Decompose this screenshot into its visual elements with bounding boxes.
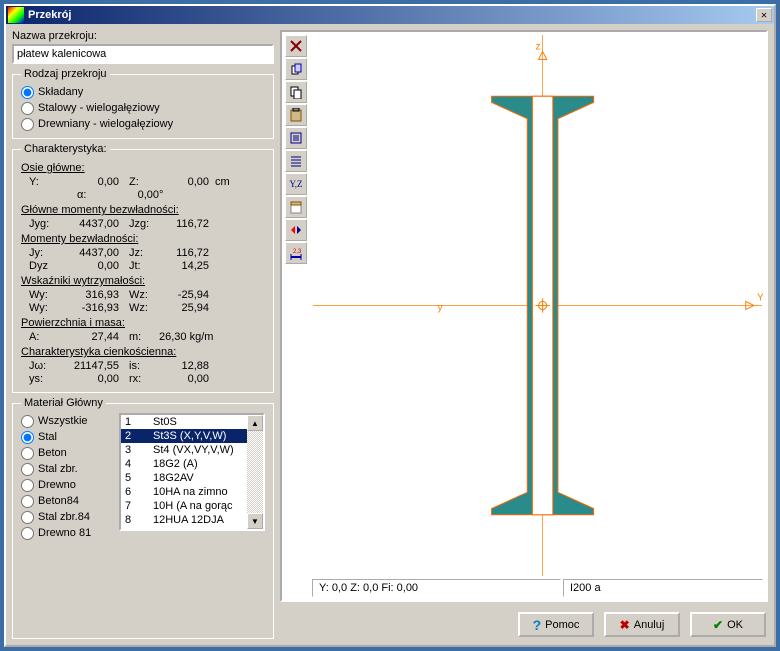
mat-radio-2[interactable] bbox=[21, 447, 34, 460]
type-radio-1[interactable] bbox=[21, 102, 34, 115]
listbox-scrollbar[interactable]: ▲ ▼ bbox=[247, 415, 263, 529]
type-group: Rodzaj przekroju Składany Stalowy - wiel… bbox=[12, 68, 274, 139]
window-title: Przekrój bbox=[28, 9, 756, 21]
material-group: Materiał Główny Wszystkie Stal Beton Sta… bbox=[12, 397, 274, 639]
tool-copy-icon[interactable] bbox=[285, 81, 307, 103]
moments-row-2: Dyz0,00 Jt:14,25 bbox=[21, 260, 265, 272]
axes-heading: Osie główne: bbox=[21, 162, 265, 174]
moments-row-1: Jy:4437,00 Jz:116,72 bbox=[21, 247, 265, 259]
tool-dims-icon[interactable]: 2,3 bbox=[285, 242, 307, 264]
list-item[interactable]: 710H (A na gorąc bbox=[121, 499, 247, 513]
svg-text:Y: Y bbox=[757, 292, 763, 303]
section-svg: Y y z bbox=[312, 35, 763, 576]
tool-sheet-icon[interactable] bbox=[285, 196, 307, 218]
help-button[interactable]: ?Pomoc bbox=[518, 612, 594, 637]
thin-row-2: ys:0,00 rx:0,00 bbox=[21, 373, 265, 385]
scroll-up-button[interactable]: ▲ bbox=[247, 415, 263, 431]
help-icon: ? bbox=[533, 617, 542, 633]
section-drawing[interactable]: Y y z bbox=[312, 35, 763, 576]
material-listbox[interactable]: 1St0S2St3S (X,Y,V,W)3St4 (VX,VY,V,W)418G… bbox=[119, 413, 265, 531]
type-label-2: Drewniany - wielogałęziowy bbox=[38, 118, 173, 130]
type-radio-2[interactable] bbox=[21, 118, 34, 131]
cancel-label: Anuluj bbox=[634, 619, 665, 631]
material-legend: Materiał Główny bbox=[21, 397, 106, 409]
type-label-0: Składany bbox=[38, 86, 83, 98]
side-toolbar: Y,Z 2,3 bbox=[285, 35, 309, 264]
mat-radio-0[interactable] bbox=[21, 415, 34, 428]
tool-paste-icon[interactable] bbox=[285, 104, 307, 126]
mat-label-4: Drewno bbox=[38, 479, 76, 491]
char-legend: Charakterystyka: bbox=[21, 143, 110, 155]
dialog-window: Przekrój ✕ Nazwa przekroju: Rodzaj przek… bbox=[4, 4, 776, 647]
moments-heading: Momenty bezwładności: bbox=[21, 233, 265, 245]
mat-label-0: Wszystkie bbox=[38, 415, 88, 427]
thin-heading: Charakterystyka cienkościenna: bbox=[21, 346, 265, 358]
mat-radio-6[interactable] bbox=[21, 511, 34, 524]
left-column: Nazwa przekroju: Rodzaj przekroju Składa… bbox=[12, 30, 274, 639]
scroll-track[interactable] bbox=[247, 431, 263, 513]
moments-main-row: Jyg:4437,00 Jzg:116,72 bbox=[21, 218, 265, 230]
tool-deselect-icon[interactable] bbox=[285, 35, 307, 57]
status-row: Y: 0,0 Z: 0,0 Fi: 0,00 I200 a bbox=[312, 579, 763, 597]
moments-main-heading: Główne momenty bezwładności: bbox=[21, 204, 265, 216]
canvas-panel: Y,Z 2,3 Y y z bbox=[280, 30, 768, 602]
tool-insert-icon[interactable] bbox=[285, 58, 307, 80]
help-label: Pomoc bbox=[545, 619, 579, 631]
axes-row-1: Y:0,00 Z:0,00 cm bbox=[21, 176, 265, 188]
mat-radio-4[interactable] bbox=[21, 479, 34, 492]
area-row: A:27,44 m:26,30 kg/m bbox=[21, 331, 265, 343]
mat-label-2: Beton bbox=[38, 447, 67, 459]
axes-row-2: α: 0,00 ° bbox=[21, 189, 265, 201]
tool-mirror-icon[interactable] bbox=[285, 219, 307, 241]
mat-radio-7[interactable] bbox=[21, 527, 34, 540]
mat-label-3: Stal zbr. bbox=[38, 463, 78, 475]
right-column: Y,Z 2,3 Y y z bbox=[280, 30, 768, 639]
mat-radio-3[interactable] bbox=[21, 463, 34, 476]
mat-radio-1[interactable] bbox=[21, 431, 34, 444]
tool-list-icon[interactable] bbox=[285, 150, 307, 172]
list-item[interactable]: 1St0S bbox=[121, 415, 247, 429]
ok-label: OK bbox=[727, 619, 743, 631]
area-heading: Powierzchnia i masa: bbox=[21, 317, 265, 329]
strength-row-1: Wy:316,93 Wz:-25,94 bbox=[21, 289, 265, 301]
thin-row-1: Jω:21147,55 is:12,88 bbox=[21, 360, 265, 372]
mat-radio-5[interactable] bbox=[21, 495, 34, 508]
status-coords: Y: 0,0 Z: 0,0 Fi: 0,00 bbox=[312, 579, 561, 597]
cancel-button[interactable]: ✖ Anuluj bbox=[604, 612, 680, 637]
strength-row-2: Wy:-316,93 Wz:25,94 bbox=[21, 302, 265, 314]
type-label-1: Stalowy - wielogałęziowy bbox=[38, 102, 160, 114]
svg-text:2,3: 2,3 bbox=[293, 249, 302, 255]
app-icon bbox=[8, 7, 24, 23]
material-radios: Wszystkie Stal Beton Stal zbr. Drewno Be… bbox=[21, 413, 115, 541]
tool-yz-icon[interactable]: Y,Z bbox=[285, 173, 307, 195]
strength-heading: Wskaźniki wytrzymałości: bbox=[21, 275, 265, 287]
list-item[interactable]: 518G2AV bbox=[121, 471, 247, 485]
name-input[interactable] bbox=[12, 44, 274, 64]
svg-text:z: z bbox=[535, 41, 540, 52]
list-item[interactable]: 418G2 (A) bbox=[121, 457, 247, 471]
list-item[interactable]: 812HUA 12DJA bbox=[121, 513, 247, 527]
status-profile: I200 a bbox=[563, 579, 763, 597]
content: Nazwa przekroju: Rodzaj przekroju Składa… bbox=[6, 24, 774, 645]
mat-label-1: Stal bbox=[38, 431, 57, 443]
cancel-icon: ✖ bbox=[620, 618, 630, 632]
mat-label-5: Beton84 bbox=[38, 495, 79, 507]
ok-button[interactable]: ✔ OK bbox=[690, 612, 766, 637]
button-row: ?Pomoc ✖ Anuluj ✔ OK bbox=[280, 606, 768, 639]
type-legend: Rodzaj przekroju bbox=[21, 68, 110, 80]
scroll-down-button[interactable]: ▼ bbox=[247, 513, 263, 529]
ok-icon: ✔ bbox=[713, 618, 723, 632]
close-button[interactable]: ✕ bbox=[756, 8, 772, 22]
list-item[interactable]: 610HA na zimno bbox=[121, 485, 247, 499]
name-label: Nazwa przekroju: bbox=[12, 30, 274, 42]
mat-label-7: Drewno 81 bbox=[38, 527, 91, 539]
type-radio-0[interactable] bbox=[21, 86, 34, 99]
titlebar[interactable]: Przekrój ✕ bbox=[6, 6, 774, 24]
characteristics-group: Charakterystyka: Osie główne: Y:0,00 Z:0… bbox=[12, 143, 274, 393]
svg-text:y: y bbox=[437, 303, 443, 314]
list-item[interactable]: 2St3S (X,Y,V,W) bbox=[121, 429, 247, 443]
list-item[interactable]: 3St4 (VX,VY,V,W) bbox=[121, 443, 247, 457]
tool-props-icon[interactable] bbox=[285, 127, 307, 149]
mat-label-6: Stal zbr.84 bbox=[38, 511, 90, 523]
